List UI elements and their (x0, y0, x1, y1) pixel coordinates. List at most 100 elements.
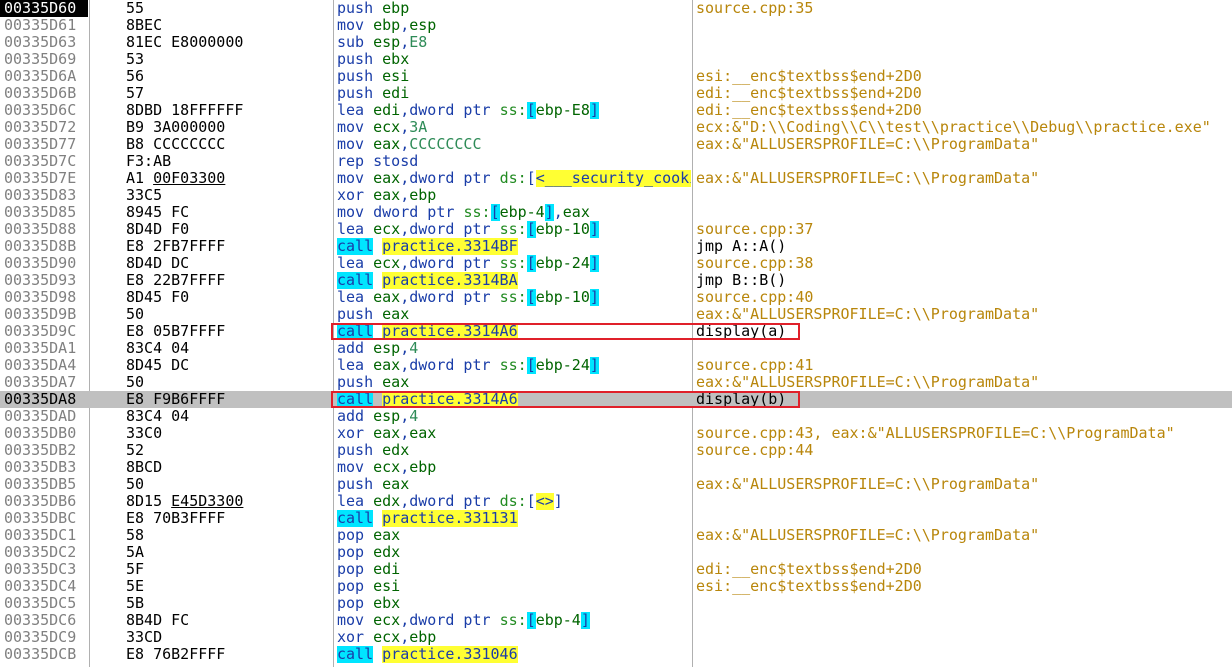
comment-cell[interactable]: eax:&"ALLUSERSPROFILE=C:\\ProgramData" (696, 476, 1232, 493)
comment-cell[interactable]: esi:__enc$textbss$end+2D0 (696, 578, 1232, 595)
address-cell[interactable]: 00335D93 (0, 272, 88, 289)
bytes-cell[interactable]: 8DBD 18FFFFFF (126, 102, 330, 119)
instruction-cell[interactable]: mov eax,dword ptr ds:[<___security_cooki… (337, 170, 691, 187)
instruction-cell[interactable]: pop ebx (337, 595, 691, 612)
bytes-cell[interactable]: 50 (126, 374, 330, 391)
bytes-cell[interactable]: 8D4D DC (126, 255, 330, 272)
instruction-cell[interactable]: add esp,4 (337, 408, 691, 425)
disasm-row[interactable]: 00335DA1 83C4 04 add esp,4 (0, 340, 1232, 357)
disasm-row[interactable]: 00335DC6 8B4D FC mov ecx,dword ptr ss:[ebp… (0, 612, 1232, 629)
bytes-cell[interactable]: 5F (126, 561, 330, 578)
comment-cell[interactable]: edi:__enc$textbss$end+2D0 (696, 85, 1232, 102)
disasm-row[interactable]: 00335D61 8BEC mov ebp,esp (0, 17, 1232, 34)
address-cell[interactable]: 00335DA4 (0, 357, 88, 374)
instruction-cell[interactable]: xor ecx,ebp (337, 629, 691, 646)
address-cell[interactable]: 00335D98 (0, 289, 88, 306)
disasm-row[interactable]: 00335DC9 33CD xor ecx,ebp (0, 629, 1232, 646)
disasm-row[interactable]: 00335DCB E8 76B2FFFF call practice.331046 (0, 646, 1232, 663)
bytes-cell[interactable]: 83C4 04 (126, 408, 330, 425)
instruction-cell[interactable]: mov eax,CCCCCCCC (337, 136, 691, 153)
instruction-cell[interactable]: mov ecx,dword ptr ss:[ebp-4] (337, 612, 691, 629)
instruction-cell[interactable]: push esi (337, 68, 691, 85)
bytes-cell[interactable]: 83C4 04 (126, 340, 330, 357)
address-cell[interactable]: 00335D63 (0, 34, 88, 51)
bytes-cell[interactable]: 8D45 F0 (126, 289, 330, 306)
disasm-row[interactable]: 00335D83 33C5 xor eax,ebp (0, 187, 1232, 204)
instruction-cell[interactable]: call practice.331131 (337, 510, 691, 527)
address-cell[interactable]: 00335DB6 (0, 493, 88, 510)
address-cell[interactable]: 00335D7E (0, 170, 88, 187)
address-cell[interactable]: 00335D88 (0, 221, 88, 238)
instruction-cell[interactable]: pop edx (337, 544, 691, 561)
address-cell[interactable]: 00335DB2 (0, 442, 88, 459)
instruction-cell[interactable]: pop esi (337, 578, 691, 595)
disasm-row[interactable]: 00335D98 8D45 F0 lea eax,dword ptr ss:[ebp… (0, 289, 1232, 306)
instruction-cell[interactable]: xor eax,ebp (337, 187, 691, 204)
bytes-cell[interactable]: 5A (126, 544, 330, 561)
comment-cell[interactable]: jmp A::A() (696, 238, 1232, 255)
disasm-row[interactable]: 00335DB0 33C0 xor eax,eax source.cpp:43, ea… (0, 425, 1232, 442)
instruction-cell[interactable]: push ebp (337, 0, 691, 17)
bytes-cell[interactable]: 81EC E8000000 (126, 34, 330, 51)
disasm-row[interactable]: 00335DA8 E8 F9B6FFFF call practice.3314A6 d… (0, 391, 1232, 408)
instruction-cell[interactable]: mov ebp,esp (337, 17, 691, 34)
call-target[interactable]: practice.331046 (382, 646, 518, 663)
bytes-cell[interactable]: 33CD (126, 629, 330, 646)
address-cell[interactable]: 00335DA8 (0, 391, 88, 408)
bytes-cell[interactable]: E8 05B7FFFF (126, 323, 330, 340)
bytes-cell[interactable]: 8945 FC (126, 204, 330, 221)
comment-cell[interactable]: ecx:&"D:\\Coding\\C\\test\\practice\\Deb… (696, 119, 1232, 136)
comment-cell[interactable] (696, 544, 1232, 561)
instruction-cell[interactable]: mov ecx,ebp (337, 459, 691, 476)
instruction-cell[interactable]: call practice.331046 (337, 646, 691, 663)
bytes-cell[interactable]: 55 (126, 0, 330, 17)
call-target[interactable]: practice.3314BF (382, 238, 518, 255)
address-cell[interactable]: 00335D83 (0, 187, 88, 204)
disasm-row[interactable]: 00335D72 B9 3A000000 mov ecx,3A ecx:&"D:\\C… (0, 119, 1232, 136)
instruction-cell[interactable]: pop edi (337, 561, 691, 578)
address-cell[interactable]: 00335D77 (0, 136, 88, 153)
disasm-row[interactable]: 00335D77 B8 CCCCCCCC mov eax,CCCCCCCC eax:&… (0, 136, 1232, 153)
bytes-cell[interactable]: F3:AB (126, 153, 330, 170)
comment-cell[interactable]: source.cpp:43, eax:&"ALLUSERSPROFILE=C:\… (696, 425, 1232, 442)
address-cell[interactable]: 00335DC6 (0, 612, 88, 629)
instruction-cell[interactable]: mov ecx,3A (337, 119, 691, 136)
instruction-cell[interactable]: push edx (337, 442, 691, 459)
address-cell[interactable]: 00335D7C (0, 153, 88, 170)
address-cell[interactable]: 00335DCB (0, 646, 88, 663)
instruction-cell[interactable]: mov dword ptr ss:[ebp-4],eax (337, 204, 691, 221)
disasm-row[interactable]: 00335DA4 8D45 DC lea eax,dword ptr ss:[ebp… (0, 357, 1232, 374)
bytes-cell[interactable]: 50 (126, 306, 330, 323)
disasm-row[interactable]: 00335DAD 83C4 04 add esp,4 (0, 408, 1232, 425)
address-cell[interactable]: 00335DC2 (0, 544, 88, 561)
address-cell[interactable]: 00335D61 (0, 17, 88, 34)
comment-cell[interactable] (696, 153, 1232, 170)
bytes-cell[interactable]: 8BCD (126, 459, 330, 476)
disasm-row[interactable]: 00335D8B E8 2FB7FFFF call practice.3314BF j… (0, 238, 1232, 255)
instruction-cell[interactable]: push eax (337, 374, 691, 391)
symbol-reference[interactable]: <___security_cookie> (535, 170, 691, 187)
comment-cell[interactable] (696, 204, 1232, 221)
address-cell[interactable]: 00335DBC (0, 510, 88, 527)
instruction-cell[interactable]: lea ecx,dword ptr ss:[ebp-10] (337, 221, 691, 238)
address-cell[interactable]: 00335D6C (0, 102, 88, 119)
bytes-cell[interactable]: A1 00F03300 (126, 170, 330, 187)
instruction-cell[interactable]: lea edi,dword ptr ss:[ebp-E8] (337, 102, 691, 119)
comment-cell[interactable]: eax:&"ALLUSERSPROFILE=C:\\ProgramData" (696, 527, 1232, 544)
bytes-cell[interactable]: 8B4D FC (126, 612, 330, 629)
instruction-cell[interactable]: lea eax,dword ptr ss:[ebp-24] (337, 357, 691, 374)
address-cell[interactable]: 00335D6B (0, 85, 88, 102)
disassembly-view[interactable]: 00335D60 55 push ebp source.cpp:35 00335D61 8… (0, 0, 1232, 667)
instruction-cell[interactable]: push ebx (337, 51, 691, 68)
address-cell[interactable]: 00335DA1 (0, 340, 88, 357)
comment-cell[interactable]: eax:&"ALLUSERSPROFILE=C:\\ProgramData" (696, 170, 1232, 187)
comment-cell[interactable]: esi:__enc$textbss$end+2D0 (696, 68, 1232, 85)
bytes-cell[interactable]: 53 (126, 51, 330, 68)
comment-cell[interactable]: eax:&"ALLUSERSPROFILE=C:\\ProgramData" (696, 374, 1232, 391)
bytes-cell[interactable]: 8D45 DC (126, 357, 330, 374)
instruction-cell[interactable]: call practice.3314BF (337, 238, 691, 255)
bytes-cell[interactable]: E8 76B2FFFF (126, 646, 330, 663)
disasm-row[interactable]: 00335DB3 8BCD mov ecx,ebp (0, 459, 1232, 476)
bytes-cell[interactable]: 58 (126, 527, 330, 544)
bytes-cell[interactable]: E8 22B7FFFF (126, 272, 330, 289)
